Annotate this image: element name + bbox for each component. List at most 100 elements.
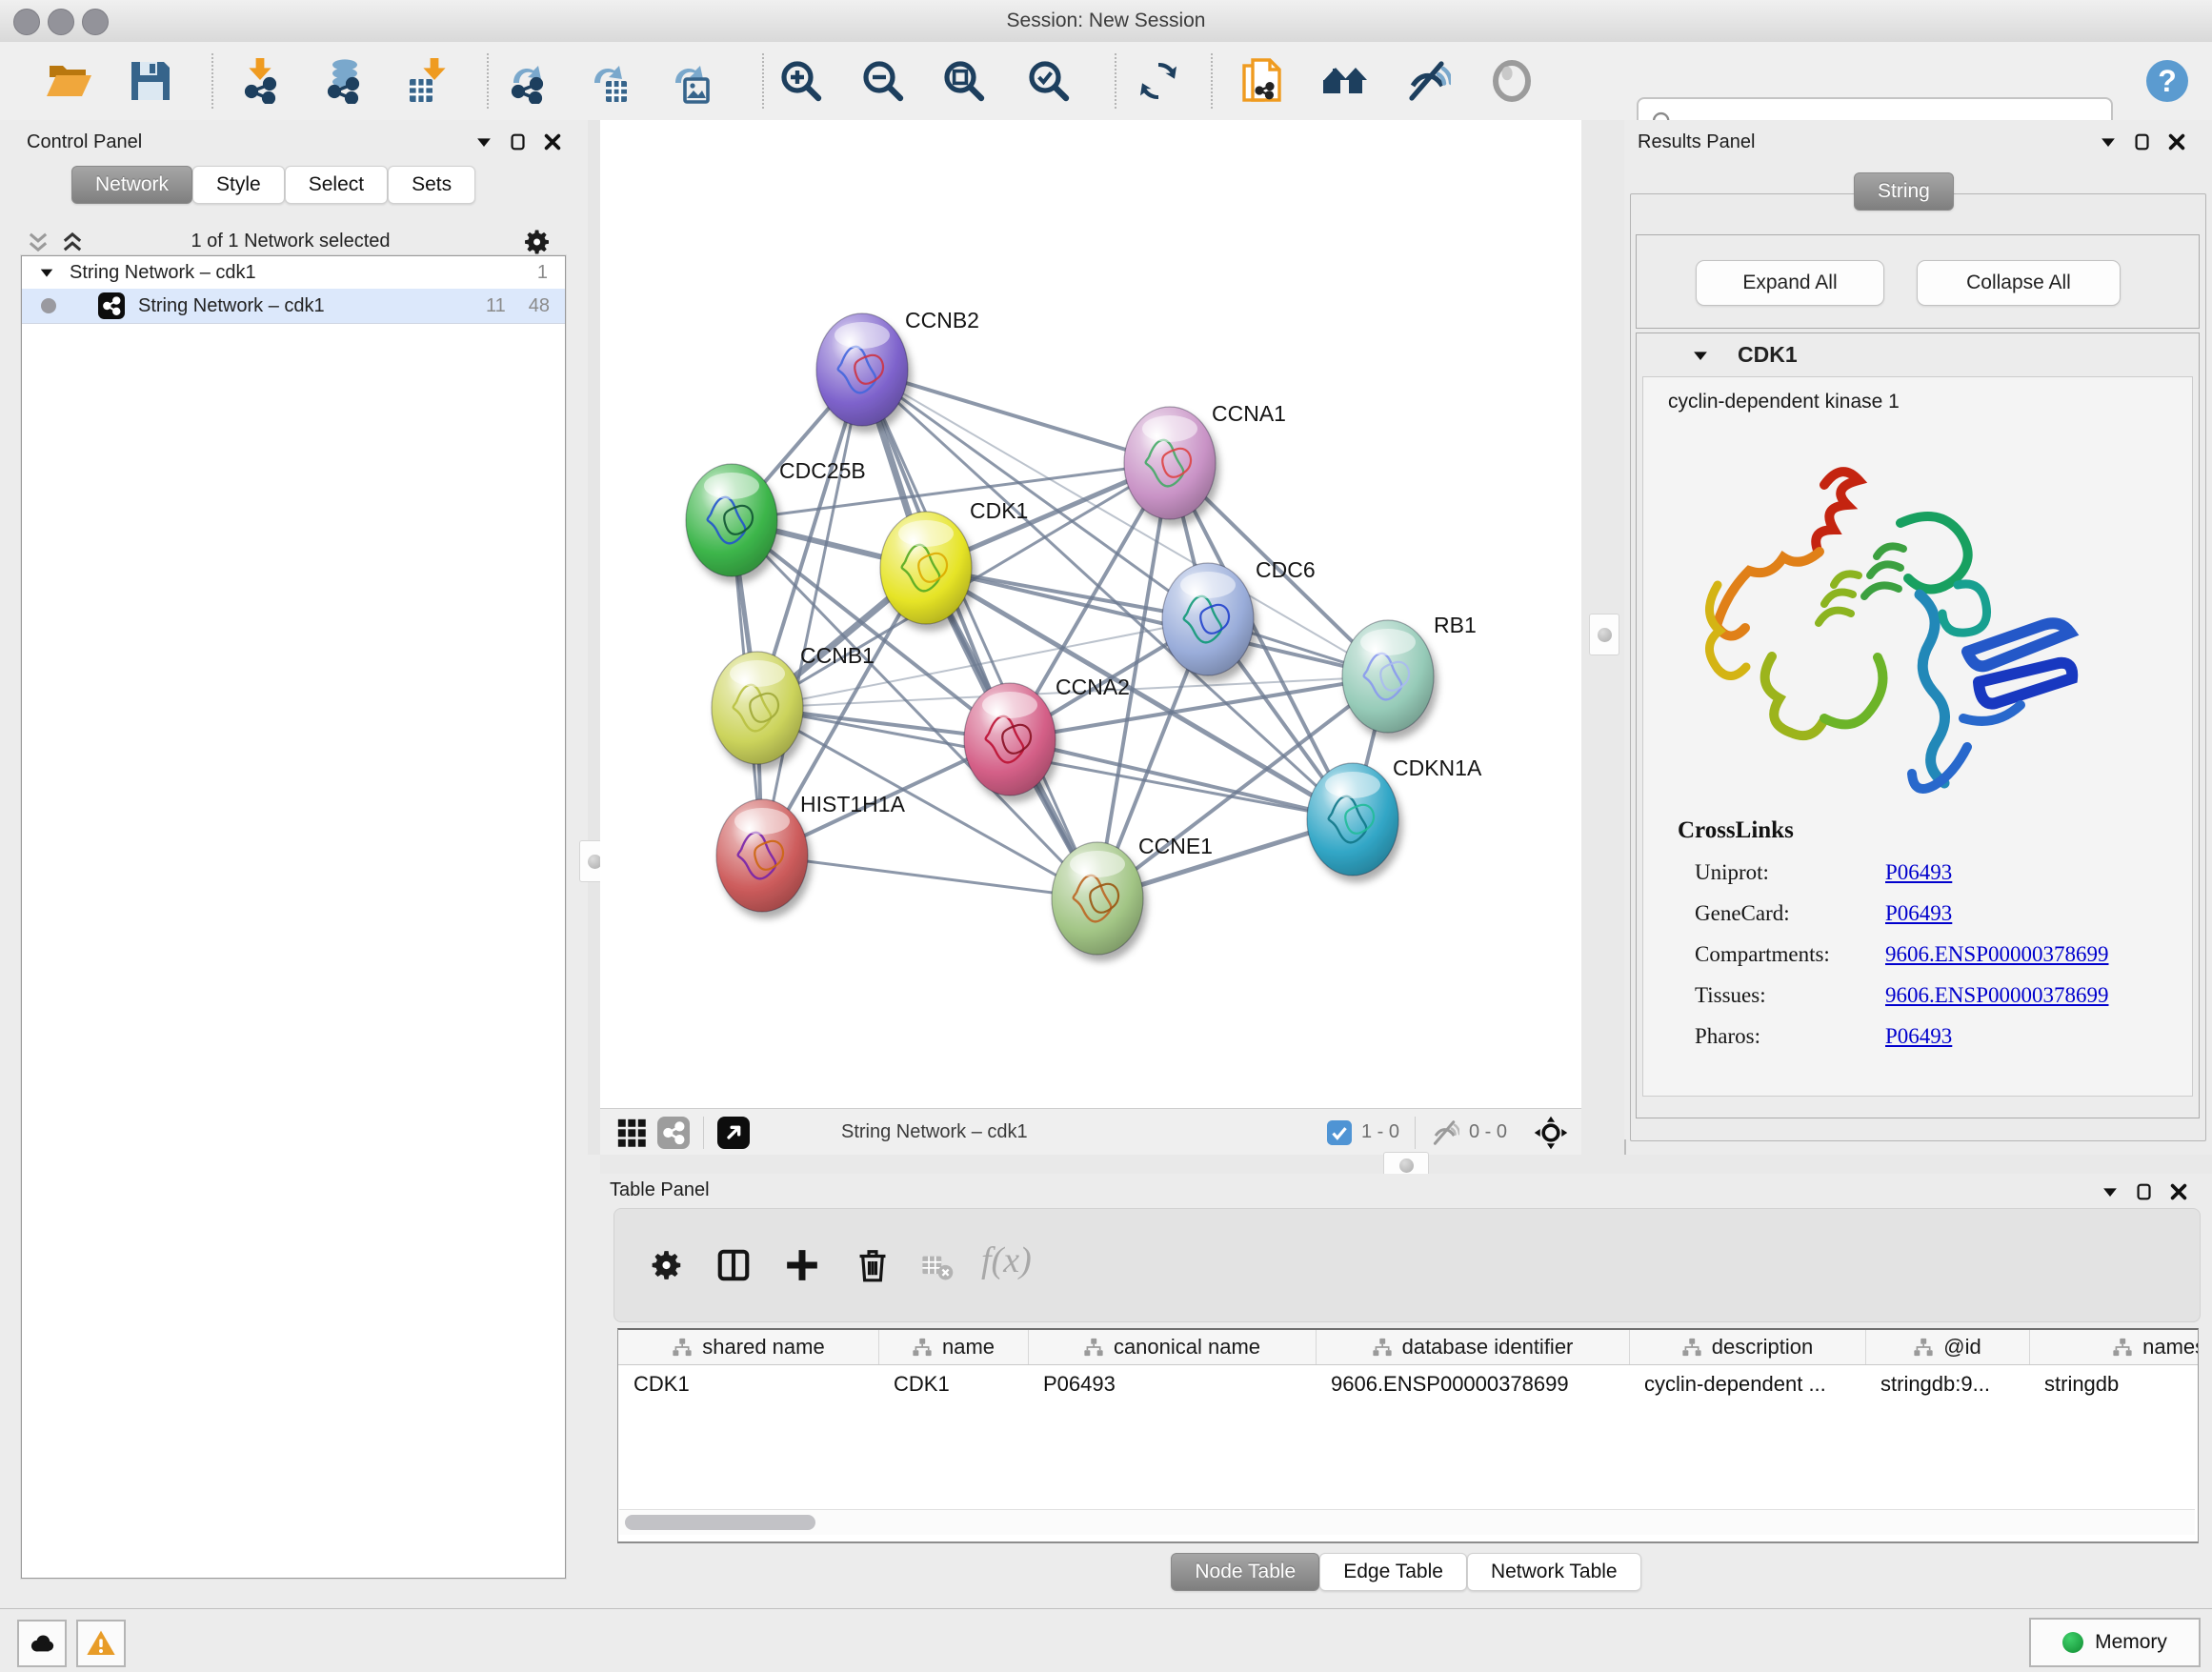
column-header-canonical-name[interactable]: canonical name — [1028, 1330, 1317, 1364]
toolbar-separator — [211, 53, 213, 109]
column-header-name[interactable]: name — [878, 1330, 1029, 1364]
hide-selected-icon[interactable] — [1405, 58, 1451, 104]
fit-selection-crosshair-icon[interactable] — [1534, 1116, 1568, 1150]
network-edge-HIST1H1A-CCNE1[interactable] — [762, 856, 1097, 898]
network-row[interactable]: String Network – cdk1 11 48 — [22, 289, 565, 324]
tab-string[interactable]: String — [1854, 172, 1954, 211]
network-node-CCNA1[interactable] — [1124, 407, 1216, 519]
warnings-button[interactable] — [76, 1620, 126, 1667]
network-canvas[interactable]: CCNB2CCNA1CDC25BCDK1CDC6RB1CCNB1CCNA2CDK… — [600, 120, 1581, 1108]
table-cell[interactable]: stringdb:9... — [1865, 1368, 2029, 1400]
column-header-namespace[interactable]: namespace — [2029, 1330, 2199, 1364]
tab-node-table[interactable]: Node Table — [1171, 1553, 1319, 1591]
show-columns-icon[interactable] — [715, 1247, 752, 1283]
column-header-shared-name[interactable]: shared name — [618, 1330, 879, 1364]
left-panel-divider[interactable] — [588, 120, 600, 1155]
network-node-CDC6[interactable] — [1162, 563, 1254, 675]
import-database-icon[interactable] — [320, 58, 366, 104]
table-cell[interactable]: cyclin-dependent ... — [1629, 1368, 1865, 1400]
selected-checkbox-icon[interactable] — [1327, 1120, 1352, 1145]
column-header-database-identifier[interactable]: database identifier — [1316, 1330, 1630, 1364]
table-horizontal-scrollbar[interactable] — [619, 1509, 2195, 1535]
tab-sets[interactable]: Sets — [388, 166, 475, 204]
network-node-HIST1H1A[interactable] — [716, 799, 808, 912]
delete-column-icon[interactable] — [855, 1247, 891, 1283]
table-cell[interactable]: CDK1 — [878, 1368, 1028, 1400]
network-node-CCNB1[interactable] — [712, 652, 803, 764]
scrollbar-thumb[interactable] — [625, 1515, 815, 1530]
crosslink-link[interactable]: P06493 — [1885, 901, 1952, 926]
tab-edge-table[interactable]: Edge Table — [1319, 1553, 1467, 1591]
zoom-fit-icon[interactable] — [941, 58, 987, 104]
export-network-icon[interactable] — [504, 58, 550, 104]
collapse-all-button[interactable]: Collapse All — [1917, 260, 2121, 306]
tab-network[interactable]: Network — [71, 166, 192, 204]
homes-icon[interactable] — [1323, 58, 1369, 104]
network-edge-CCNB2-CCNA1[interactable] — [862, 370, 1170, 463]
memory-button[interactable]: Memory — [2029, 1618, 2201, 1667]
crosslink-link[interactable]: P06493 — [1885, 860, 1952, 885]
network-node-CCNA2[interactable] — [964, 683, 1056, 796]
network-row-label: String Network – cdk1 — [138, 295, 325, 317]
zoom-selected-icon[interactable] — [1026, 58, 1072, 104]
results-panel-title: Results Panel — [1638, 131, 1755, 153]
table-cell[interactable]: CDK1 — [618, 1368, 878, 1400]
tab-style[interactable]: Style — [192, 166, 285, 204]
crosslink-link[interactable]: 9606.ENSP00000378699 — [1885, 942, 2109, 967]
tab-select[interactable]: Select — [285, 166, 388, 204]
table-cell[interactable]: stringdb — [2029, 1368, 2199, 1400]
network-node-RB1[interactable] — [1342, 620, 1434, 733]
add-column-icon[interactable] — [784, 1247, 820, 1283]
string-document-icon[interactable] — [1239, 58, 1285, 104]
protein-structure-image — [1681, 433, 2091, 833]
help-icon[interactable]: ? — [2144, 58, 2190, 104]
grid-view-icon[interactable] — [615, 1117, 648, 1149]
refresh-icon[interactable] — [1136, 58, 1181, 104]
float-panel-icon[interactable] — [508, 131, 529, 157]
birdseye-network-icon[interactable] — [657, 1117, 690, 1149]
panel-menu-icon[interactable] — [2100, 1181, 2121, 1207]
network-collection-row[interactable]: String Network – cdk1 1 — [22, 256, 565, 289]
float-panel-icon[interactable] — [2132, 131, 2153, 157]
collapse-all-networks-icon[interactable] — [25, 229, 51, 255]
column-header-description[interactable]: description — [1629, 1330, 1866, 1364]
network-edge-CCNB2-CCNE1[interactable] — [862, 370, 1097, 898]
function-builder-icon: f(x) — [981, 1239, 1032, 1281]
network-options-gear-icon[interactable] — [522, 227, 553, 257]
crosslink-link[interactable]: 9606.ENSP00000378699 — [1885, 983, 2109, 1008]
table-settings-gear-icon[interactable] — [649, 1247, 685, 1283]
import-table-icon[interactable] — [406, 58, 452, 104]
close-panel-icon[interactable] — [2166, 131, 2187, 157]
panel-menu-icon[interactable] — [2098, 131, 2119, 157]
expand-all-button[interactable]: Expand All — [1696, 260, 1884, 306]
table-cell[interactable]: P06493 — [1028, 1368, 1316, 1400]
collection-expander-icon[interactable] — [37, 263, 56, 282]
network-node-CDC25B[interactable] — [686, 464, 777, 576]
column-header--id[interactable]: @id — [1865, 1330, 2030, 1364]
crosslink-link[interactable]: P06493 — [1885, 1024, 1952, 1049]
gene-expander-icon[interactable] — [1690, 345, 1711, 366]
show-all-eye-icon[interactable] — [1489, 58, 1535, 104]
open-session-icon[interactable] — [46, 58, 91, 104]
open-in-window-icon[interactable] — [717, 1117, 750, 1149]
export-table-icon[interactable] — [585, 58, 631, 104]
network-node-CCNB2[interactable] — [816, 313, 908, 426]
table-cell[interactable]: 9606.ENSP00000378699 — [1316, 1368, 1629, 1400]
network-node-CCNE1[interactable] — [1052, 842, 1143, 955]
export-image-icon[interactable] — [666, 58, 712, 104]
panel-menu-icon[interactable] — [473, 131, 494, 157]
gene-section-header[interactable]: CDK1 — [1637, 333, 2199, 376]
tab-network-table[interactable]: Network Table — [1467, 1553, 1641, 1591]
right-divider-handle[interactable] — [1589, 614, 1619, 655]
close-panel-icon[interactable] — [542, 131, 563, 157]
expand-all-networks-icon[interactable] — [59, 229, 86, 255]
cloud-button[interactable] — [17, 1620, 67, 1667]
zoom-in-icon[interactable] — [778, 58, 824, 104]
network-node-CDK1[interactable] — [880, 512, 972, 624]
network-node-CDKN1A[interactable] — [1307, 763, 1398, 876]
close-panel-icon[interactable] — [2168, 1181, 2189, 1207]
float-panel-icon[interactable] — [2134, 1181, 2155, 1207]
zoom-out-icon[interactable] — [860, 58, 906, 104]
import-network-icon[interactable] — [237, 58, 283, 104]
save-session-icon[interactable] — [128, 58, 173, 104]
